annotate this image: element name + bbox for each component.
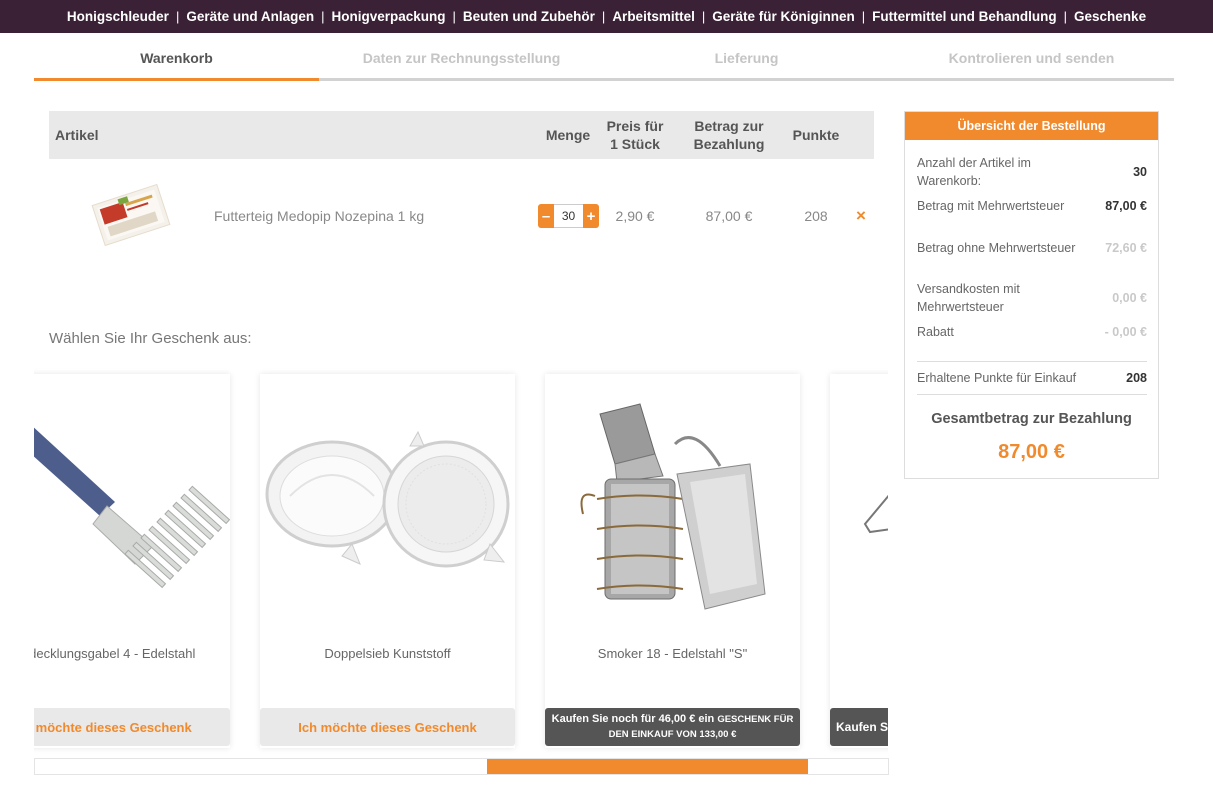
nav-separator: | (175, 9, 180, 24)
nav-separator: | (701, 9, 706, 24)
summary-row-discount: Rabatt - 0,00 € (917, 323, 1147, 341)
header-amount: Betrag zur Bezahlung (693, 118, 765, 152)
nav-separator: | (321, 9, 325, 24)
gift-heading: Wählen Sie Ihr Geschenk aus: (49, 330, 252, 347)
increase-quantity-button[interactable]: + (583, 204, 599, 228)
nav-item-beuten-zubehoer[interactable]: Beuten und Zubehör (463, 9, 595, 24)
carousel-scrollbar-thumb[interactable] (487, 759, 808, 774)
summary-value: 0,00 € (1112, 291, 1147, 305)
order-summary: Übersicht der Bestellung Anzahl der Arti… (904, 111, 1159, 479)
header-unit-price: Preis für 1 Stück (606, 118, 664, 152)
nav-separator: | (452, 9, 456, 24)
nav-separator: | (1063, 9, 1068, 24)
nav-item-arbeitsmittel[interactable]: Arbeitsmittel (612, 9, 695, 24)
gift-title: Entdecklungsgabel 4 - Edelstahl (34, 646, 196, 661)
summary-row-net: Betrag ohne Mehrwertsteuer 72,60 € (917, 239, 1147, 257)
remove-item-icon[interactable]: × (851, 204, 871, 228)
summary-label: Betrag mit Mehrwertsteuer (917, 199, 1065, 213)
smoker-image (580, 403, 766, 610)
nav-separator: | (601, 9, 606, 24)
header-article: Artikel (55, 127, 99, 143)
product-thumbnail[interactable] (89, 184, 173, 246)
header-quantity: Menge (545, 127, 591, 143)
summary-row-points: Erhaltene Punkte für Einkauf 208 (917, 369, 1147, 387)
summary-label: Versandkosten mit Mehrwertsteuer (917, 282, 1020, 314)
summary-label: Rabatt (917, 325, 954, 339)
unit-price: 2,90 € (615, 208, 655, 224)
gift-threshold-amount: DEN EINKAUF VON 133,00 € (608, 729, 737, 740)
product-name[interactable]: Futterteig Medopip Nozepina 1 kg (214, 160, 534, 272)
step-warenkorb[interactable]: Warenkorb (34, 33, 319, 81)
summary-row-shipping: Versandkosten mit Mehrwertsteuer 0,00 € (917, 280, 1147, 316)
gift-threshold-small: GESCHENK FÜR (717, 714, 794, 725)
line-points: 208 (804, 208, 828, 224)
gift-threshold-button[interactable]: Kaufen Sie (830, 708, 888, 746)
summary-divider (917, 361, 1147, 362)
cart-table-header: Artikel Menge Preis für 1 Stück Betrag z… (49, 111, 874, 159)
decrease-quantity-button[interactable]: – (538, 204, 554, 228)
nav-item-futtermittel[interactable]: Futtermittel und Behandlung (872, 9, 1057, 24)
total-value: 87,00 € (998, 441, 1065, 463)
nav-item-geschenke[interactable]: Geschenke (1074, 9, 1146, 24)
choose-gift-button[interactable]: Ich möchte dieses Geschenk (34, 708, 230, 746)
summary-row-item-count: Anzahl der Artikel im Warenkorb: 30 (917, 154, 1147, 190)
summary-value: 72,60 € (1105, 241, 1147, 255)
gift-title: Doppelsieb Kunststoff (324, 646, 451, 661)
nav-item-koeniginnen[interactable]: Geräte für Königinnen (712, 9, 855, 24)
gift-card: Doppelsieb Kunststoff Ich möchte dieses … (260, 374, 515, 748)
quantity-input[interactable]: 30 (554, 204, 583, 228)
nav-separator: | (861, 9, 866, 24)
gift-threshold-main: Kaufen Sie (836, 719, 888, 734)
step-rechnungsdaten[interactable]: Daten zur Rechnungsstellung (319, 33, 604, 81)
summary-title: Übersicht der Bestellung (905, 112, 1158, 140)
gift-threshold-button[interactable]: Kaufen Sie noch für 46,00 € ein GESCHENK… (545, 708, 800, 746)
nav-item-honigschleuder[interactable]: Honigschleuder (67, 9, 169, 24)
summary-row-gross: Betrag mit Mehrwertsteuer 87,00 € (917, 197, 1147, 215)
summary-value: - 0,00 € (1104, 325, 1147, 339)
gift-card: Smoker 18 - Edelstahl "S" Kaufen Sie noc… (545, 374, 800, 748)
summary-label: Anzahl der Artikel im Warenkorb: (917, 156, 1031, 188)
summary-value: 30 (1133, 165, 1147, 179)
gift-hook-image (863, 494, 888, 534)
top-navigation: Honigschleuder | Geräte und Anlagen | Ho… (0, 0, 1213, 33)
summary-label: Betrag ohne Mehrwertsteuer (917, 241, 1076, 255)
gift-threshold-main: Kaufen Sie noch für 46,00 € ein (551, 713, 715, 725)
gift-carousel: Entdecklungsgabel 4 - Edelstahl Ich möch… (34, 362, 888, 758)
step-lieferung[interactable]: Lieferung (604, 33, 889, 81)
gift-title: Smoker 18 - Edelstahl "S" (597, 646, 748, 661)
checkout-steps: Warenkorb Daten zur Rechnungsstellung Li… (34, 33, 1174, 81)
gift-card: Entdecklungsgabel 4 - Edelstahl Ich möch… (34, 374, 230, 748)
step-kontrollieren[interactable]: Kontrolieren und senden (889, 33, 1174, 81)
gift-card: Kaufen Sie (830, 374, 888, 748)
summary-value: 87,00 € (1105, 199, 1147, 213)
total-label: Gesamtbetrag zur Bezahlung (931, 411, 1132, 427)
quantity-stepper: – 30 + (538, 204, 599, 228)
double-sieve-image (265, 430, 510, 568)
nav-item-geraete-anlagen[interactable]: Geräte und Anlagen (186, 9, 314, 24)
carousel-scrollbar[interactable] (34, 758, 889, 775)
nav-item-honigverpackung[interactable]: Honigverpackung (332, 9, 446, 24)
cart-item-row: Futterteig Medopip Nozepina 1 kg – 30 + … (49, 160, 874, 272)
header-points: Punkte (792, 127, 840, 143)
summary-divider (917, 394, 1147, 395)
summary-label: Erhaltene Punkte für Einkauf (917, 371, 1077, 385)
choose-gift-button[interactable]: Ich möchte dieses Geschenk (260, 708, 515, 746)
summary-value: 208 (1126, 371, 1147, 385)
line-amount: 87,00 € (705, 208, 753, 224)
uncapping-fork-image (34, 427, 230, 589)
